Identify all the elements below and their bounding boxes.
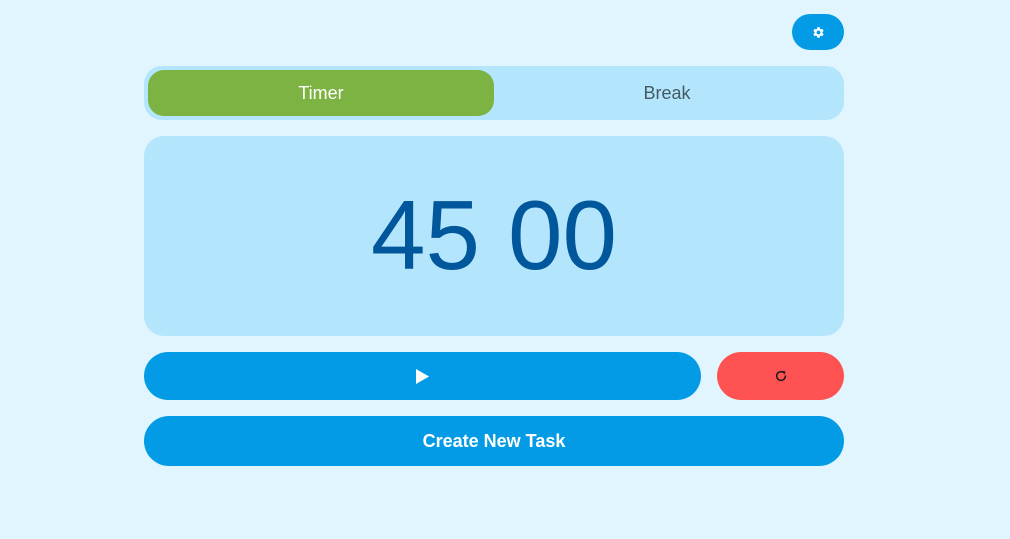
- create-new-task-button[interactable]: Create New Task: [144, 416, 844, 466]
- timer-readout: 45 00: [371, 186, 617, 284]
- reset-icon: [774, 369, 788, 383]
- timer-minutes: 45: [370, 179, 480, 290]
- timer-seconds: 00: [508, 179, 618, 290]
- play-icon: [416, 368, 429, 384]
- settings-button[interactable]: [792, 14, 844, 50]
- tab-timer[interactable]: Timer: [148, 70, 494, 116]
- mode-tabs: Timer Break: [144, 66, 844, 120]
- reset-button[interactable]: [717, 352, 844, 400]
- gear-icon: [812, 26, 825, 39]
- play-button[interactable]: [144, 352, 701, 400]
- tab-break[interactable]: Break: [494, 70, 840, 116]
- timer-display: 45 00: [144, 136, 844, 336]
